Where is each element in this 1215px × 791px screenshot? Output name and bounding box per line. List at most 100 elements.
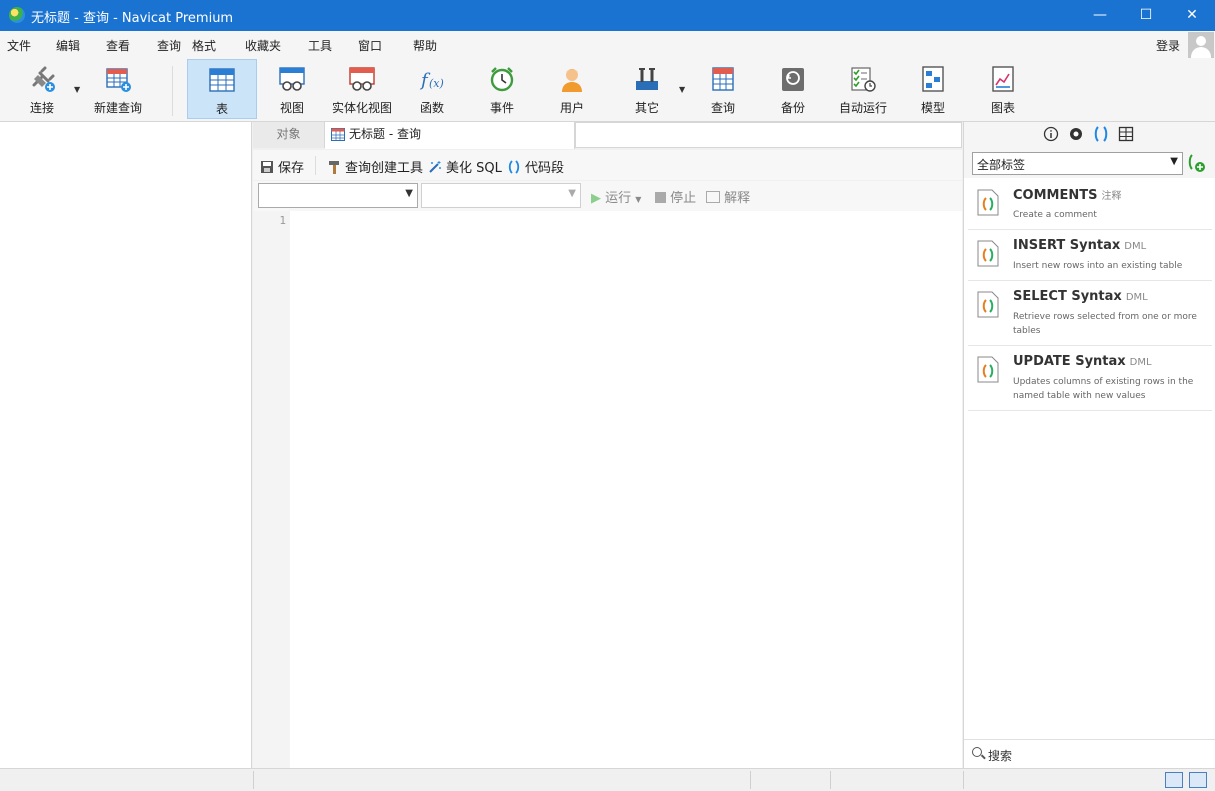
status-divider	[963, 771, 964, 789]
menu-bar: 文件 编辑 查看 查询 格式 收藏夹 工具 窗口 帮助 登录	[0, 31, 1215, 58]
toggle-navigator-button[interactable]	[1165, 772, 1183, 788]
user-icon	[562, 69, 582, 92]
view-button[interactable]: 视图	[262, 59, 322, 119]
query-button[interactable]: 查询	[693, 59, 753, 119]
explain-button[interactable]: 解释	[706, 187, 750, 206]
snippet-file-icon	[977, 356, 999, 383]
snippet-description: Insert new rows into an existing table	[1013, 261, 1183, 271]
user-avatar-icon[interactable]	[1188, 32, 1214, 58]
run-button[interactable]: ▶ 运行 ▼	[591, 187, 641, 206]
main-toolbar: 连接 ▼ 新建查询 表 视图 实体化视图 f (x) 函数 事件 用户 其它 ▼…	[0, 58, 1215, 122]
add-snippet-icon[interactable]	[1186, 153, 1206, 173]
function-label: 函数	[419, 101, 444, 115]
snippet-button[interactable]: 代码段	[507, 157, 564, 176]
snippet-description: Retrieve rows selected from one or more …	[1013, 312, 1197, 336]
materialized-view-button[interactable]: 实体化视图	[327, 59, 397, 119]
chart-label: 图表	[990, 101, 1015, 115]
other-label: 其它	[634, 101, 659, 115]
save-button[interactable]: 保存	[260, 157, 304, 176]
info-icon[interactable]	[1043, 126, 1059, 142]
run-label: 运行	[605, 191, 632, 206]
toggle-info-pane-button[interactable]	[1189, 772, 1207, 788]
model-button[interactable]: 模型	[903, 59, 963, 119]
connect-label: 连接	[29, 101, 54, 115]
snippet-item[interactable]: INSERT Syntax DML Insert new rows into an…	[968, 230, 1212, 281]
model-icon	[922, 66, 944, 92]
menu-file[interactable]: 文件	[7, 37, 31, 54]
maximize-button[interactable]: ☐	[1123, 0, 1169, 31]
other-button[interactable]: 其它	[617, 59, 677, 119]
play-icon: ▶	[591, 191, 601, 206]
connection-navigator[interactable]	[0, 122, 252, 768]
line-number-gutter: 1	[253, 211, 290, 768]
event-label: 事件	[489, 101, 514, 115]
snippet-search-field[interactable]: 搜索	[964, 739, 1215, 768]
backup-icon	[782, 68, 804, 91]
view-label: 视图	[279, 101, 304, 115]
status-divider	[750, 771, 751, 789]
snippet-tag: DML	[1124, 241, 1147, 252]
backup-label: 备份	[780, 101, 805, 115]
search-placeholder: 搜索	[988, 749, 1013, 763]
tab-objects[interactable]: 对象	[253, 122, 325, 148]
event-button[interactable]: 事件	[472, 59, 532, 119]
chevron-down-icon: ▼	[1170, 156, 1178, 167]
eye-icon[interactable]	[1068, 126, 1084, 142]
table-label: 表	[215, 102, 228, 116]
snippet-item[interactable]: SELECT Syntax DML Retrieve rows selected …	[968, 281, 1212, 346]
new-query-button[interactable]: 新建查询	[88, 59, 148, 119]
close-button[interactable]: ✕	[1169, 0, 1215, 31]
user-button[interactable]: 用户	[542, 59, 602, 119]
menu-window[interactable]: 窗口	[358, 37, 382, 54]
floppy-icon	[261, 161, 273, 173]
tag-filter-value: 全部标签	[977, 158, 1026, 172]
connect-button[interactable]: 连接	[12, 59, 72, 119]
status-bar	[0, 768, 1215, 791]
menu-favorites[interactable]: 收藏夹	[245, 37, 281, 54]
query-toolbar-separator	[315, 156, 316, 175]
automation-label: 自动运行	[838, 101, 887, 115]
beautify-sql-button[interactable]: 美化 SQL	[428, 157, 502, 176]
user-label: 用户	[559, 101, 584, 115]
tab-bar: 对象 无标题 - 查询	[253, 122, 962, 149]
chart-button[interactable]: 图表	[973, 59, 1033, 119]
status-divider	[830, 771, 831, 789]
snippet-name: INSERT Syntax DML	[1013, 238, 1147, 253]
automation-button[interactable]: 自动运行	[833, 59, 893, 119]
query-toolbar: 保存 查询创建工具 美化 SQL 代码段	[253, 150, 962, 180]
snippet-name: COMMENTS 注释	[1013, 188, 1122, 203]
menu-edit[interactable]: 编辑	[56, 37, 80, 54]
tools-icon	[636, 68, 658, 90]
search-icon	[972, 747, 982, 757]
status-divider	[253, 771, 254, 789]
other-dropdown-icon[interactable]: ▼	[679, 85, 685, 94]
menu-tools[interactable]: 工具	[308, 37, 332, 54]
snippet-description: Updates columns of existing rows in the …	[1013, 377, 1194, 401]
menu-format[interactable]: 格式	[192, 37, 216, 54]
table-button[interactable]: 表	[187, 59, 257, 119]
function-button[interactable]: f (x) 函数	[402, 59, 462, 119]
snippet-item[interactable]: COMMENTS 注释 Create a comment	[968, 179, 1212, 230]
connection-select[interactable]: ▼	[258, 183, 418, 208]
function-icon: f (x)	[419, 70, 444, 91]
explain-label: 解释	[724, 191, 751, 206]
tab-query[interactable]: 无标题 - 查询	[325, 122, 575, 149]
database-select[interactable]: ▼	[421, 183, 581, 208]
menu-help[interactable]: 帮助	[413, 37, 437, 54]
plug-icon	[32, 66, 55, 92]
minimize-button[interactable]: —	[1077, 0, 1123, 31]
menu-view[interactable]: 查看	[106, 37, 130, 54]
backup-button[interactable]: 备份	[763, 59, 823, 119]
tag-filter-select[interactable]: 全部标签 ▼	[972, 152, 1183, 175]
stop-button[interactable]: 停止	[655, 187, 696, 206]
layout-icon[interactable]	[1118, 126, 1134, 142]
snippet-tab-icon[interactable]	[1093, 126, 1109, 142]
query-tab-icon	[331, 128, 345, 141]
query-builder-button[interactable]: 查询创建工具	[327, 157, 423, 176]
snippet-item[interactable]: UPDATE Syntax DML Updates columns of exis…	[968, 346, 1212, 411]
explain-icon	[706, 191, 720, 203]
menu-query[interactable]: 查询	[157, 37, 181, 54]
sql-editor[interactable]: 1	[253, 211, 962, 768]
login-link[interactable]: 登录	[1156, 37, 1180, 54]
connect-dropdown-icon[interactable]: ▼	[74, 85, 80, 94]
